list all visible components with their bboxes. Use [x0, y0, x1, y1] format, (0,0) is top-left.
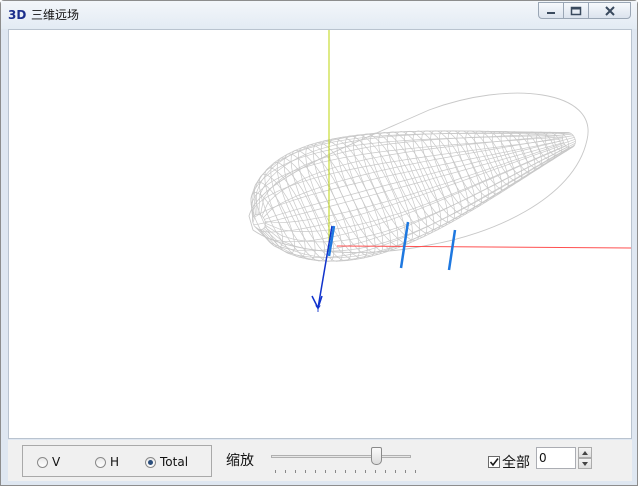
- slider-tick: [275, 470, 276, 473]
- close-icon: [604, 5, 615, 16]
- window-title: 三维远场: [31, 8, 80, 22]
- mesh-line: [412, 130, 462, 220]
- svg-text:Y: Y: [314, 305, 321, 315]
- mesh-line: [447, 130, 489, 203]
- radio-v-indicator: [37, 456, 48, 468]
- 3d-viewport[interactable]: Y: [8, 29, 632, 439]
- spin-up-button[interactable]: [578, 447, 592, 458]
- slider-tick: [385, 470, 386, 473]
- radio-h-indicator: [95, 456, 106, 468]
- all-checkbox-box[interactable]: [488, 456, 500, 468]
- slider-tick: [415, 470, 416, 473]
- main-window: 3D 三维远场 Y V H Total 缩放 全部 0: [0, 0, 638, 486]
- angle-spin-buttons: [578, 447, 592, 469]
- far-field-3d-plot: Y: [248, 30, 631, 315]
- slider-tick: [285, 470, 286, 473]
- mesh-line: [500, 131, 529, 178]
- polarization-group: V H Total: [22, 445, 212, 477]
- slider-tick: [345, 470, 346, 473]
- slider-tick: [315, 470, 316, 473]
- zoom-slider-track[interactable]: [271, 455, 411, 458]
- zoom-slider[interactable]: [271, 446, 416, 476]
- mesh-line: [250, 134, 564, 218]
- radiation-pattern-mesh: [248, 92, 589, 262]
- maximize-button[interactable]: [563, 2, 589, 19]
- angle-spin-input[interactable]: 0: [536, 447, 576, 469]
- mesh-line: [251, 133, 565, 216]
- slider-tick: [305, 470, 306, 473]
- zoom-label: 缩放: [226, 453, 254, 469]
- radio-h[interactable]: H: [95, 455, 119, 469]
- radio-v-label: V: [52, 455, 61, 469]
- zoom-slider-ticks: [275, 470, 416, 474]
- slider-tick: [355, 470, 356, 473]
- mesh-line: [261, 133, 572, 217]
- minimize-icon: [547, 11, 555, 14]
- slider-tick: [295, 470, 296, 473]
- slider-tick: [325, 470, 326, 473]
- mesh-line: [421, 130, 469, 216]
- radio-total-label: Total: [160, 455, 189, 469]
- x-axis: [336, 245, 631, 249]
- mesh-line: [430, 130, 476, 212]
- control-panel: V H Total 缩放 全部 0: [8, 440, 632, 481]
- all-checkbox-label: 全部: [502, 455, 530, 471]
- title-bar[interactable]: 3D 三维远场: [1, 1, 637, 29]
- mesh-line: [260, 147, 572, 262]
- mesh-line: [264, 137, 575, 220]
- minimize-button[interactable]: [538, 2, 564, 19]
- slider-tick: [335, 470, 336, 473]
- caption-buttons: [538, 2, 631, 20]
- zoom-slider-thumb[interactable]: [371, 447, 382, 465]
- app-icon: 3D: [8, 8, 27, 22]
- mesh-line: [474, 130, 509, 191]
- all-checkbox[interactable]: 全部: [488, 452, 530, 472]
- radio-h-label: H: [110, 455, 120, 469]
- slider-tick: [375, 470, 376, 473]
- spin-down-icon: [582, 461, 588, 466]
- radio-total-indicator: [145, 456, 156, 468]
- maximize-icon: [570, 6, 582, 15]
- radio-v[interactable]: V: [37, 455, 60, 469]
- mesh-line: [256, 130, 568, 215]
- checkmark-icon: [489, 458, 499, 467]
- slider-tick: [365, 470, 366, 473]
- slider-tick: [395, 470, 396, 473]
- mesh-line: [248, 92, 589, 253]
- mesh-line: [456, 130, 496, 199]
- close-button[interactable]: [588, 2, 631, 19]
- slider-tick: [405, 470, 406, 473]
- cut-line: [447, 229, 457, 271]
- spin-down-button[interactable]: [578, 458, 592, 469]
- spin-up-icon: [582, 450, 588, 455]
- radio-total[interactable]: Total: [145, 455, 188, 469]
